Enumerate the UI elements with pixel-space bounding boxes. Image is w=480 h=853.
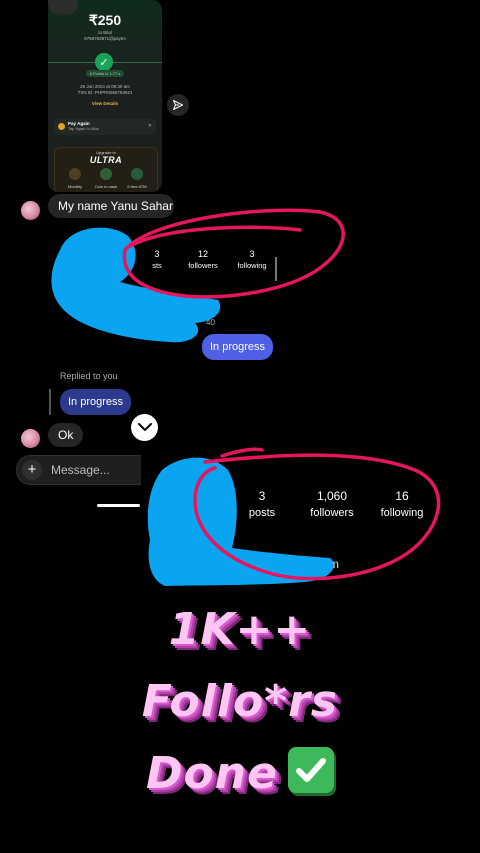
- caption-done: Done: [146, 748, 278, 799]
- caption-line-3: Done: [0, 747, 480, 799]
- pink-circle: [122, 208, 345, 299]
- blue-scribble: [147, 457, 334, 586]
- caption-line-2: Follo*rs: [141, 676, 339, 727]
- checkmark-emoji-icon: [287, 747, 334, 793]
- caption-line-1: 1K++: [168, 604, 312, 655]
